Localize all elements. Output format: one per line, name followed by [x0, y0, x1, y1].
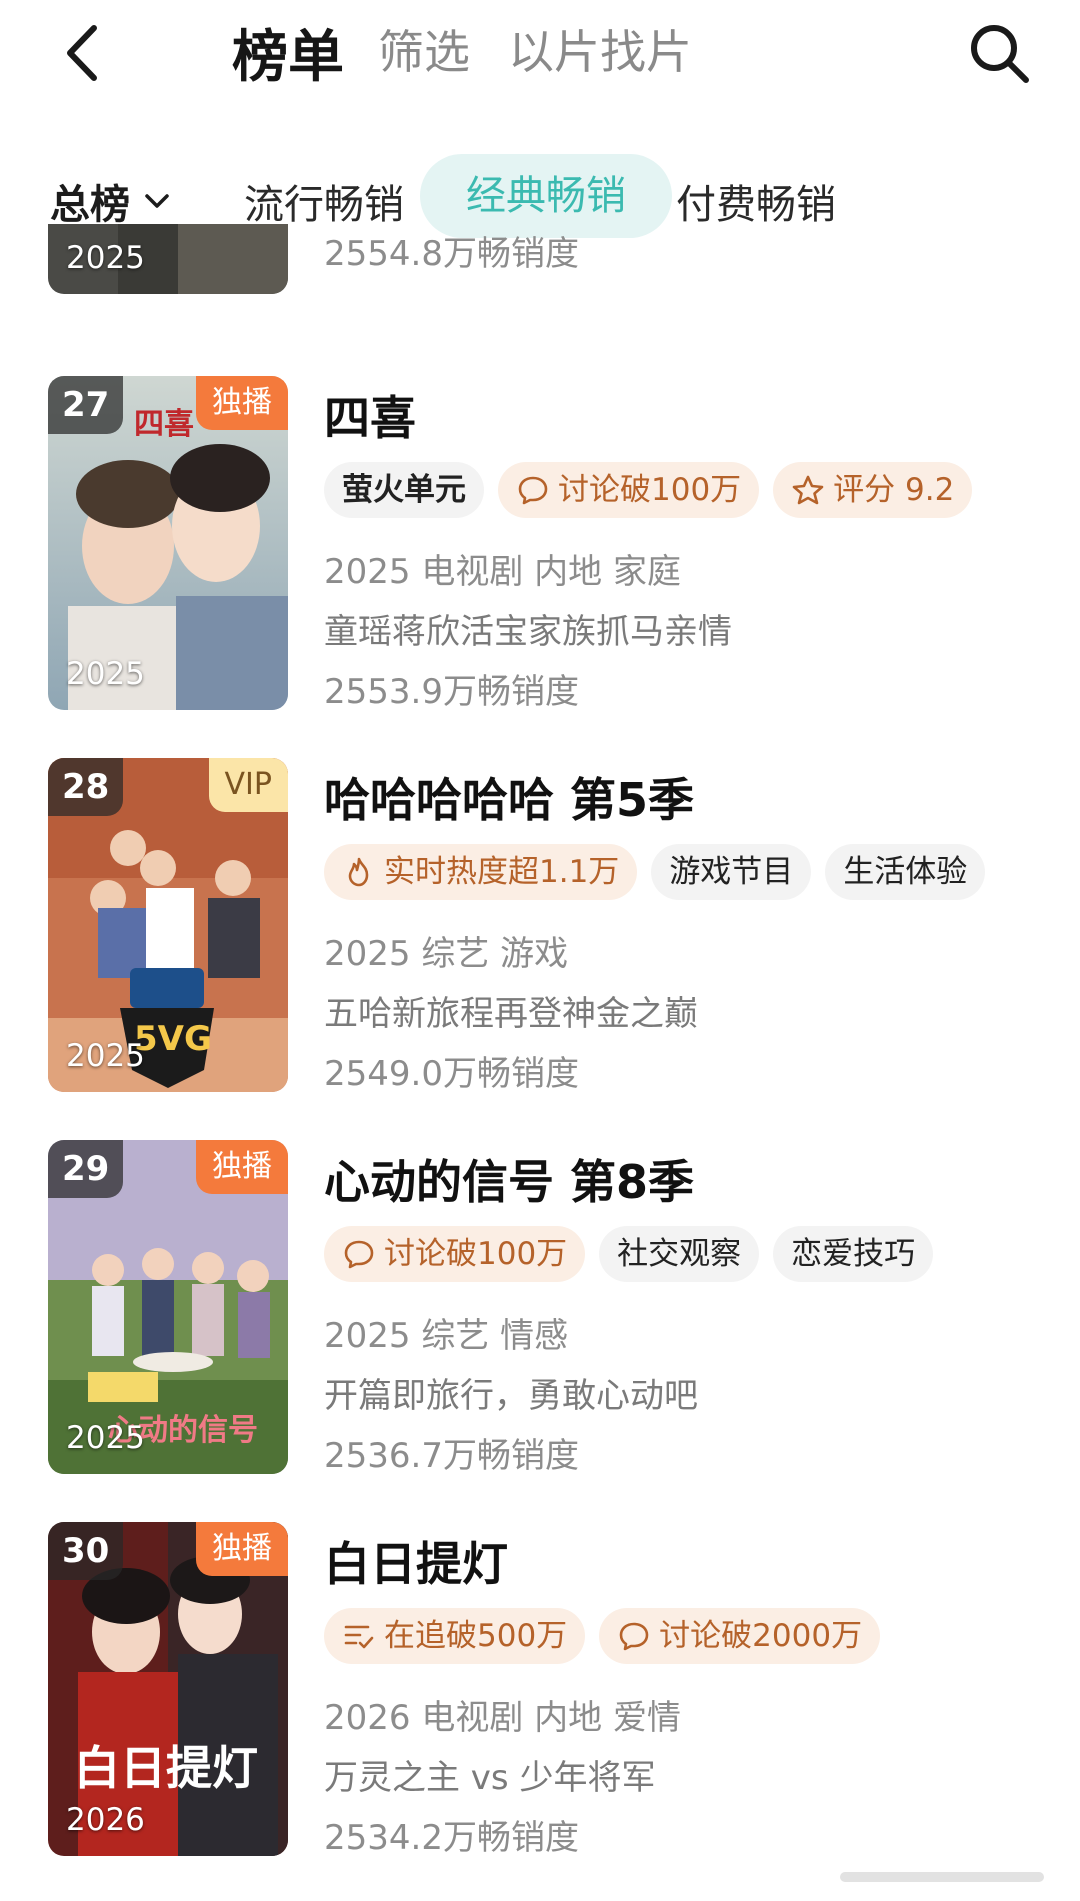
tab-paid-bestsellers[interactable]: 付费畅销	[676, 172, 836, 230]
exclusive-badge: 独播	[196, 1522, 288, 1576]
item-meta: 2025 电视剧 内地 家庭	[324, 552, 681, 592]
exclusive-badge: 独播	[196, 1140, 288, 1194]
poster-year: 2025	[66, 1420, 145, 1456]
item-meta: 2026 电视剧 内地 爱情	[324, 1698, 681, 1738]
star-outline-icon	[792, 475, 824, 505]
follow-list-icon	[344, 1625, 374, 1649]
tab-filter[interactable]: 筛选	[378, 16, 470, 82]
flame-icon	[348, 857, 369, 887]
svg-text:四喜: 四喜	[134, 407, 194, 442]
sales-heat: 2536.7万畅销度	[324, 1436, 579, 1476]
sales-heat: 2554.8万畅销度	[324, 234, 579, 274]
svg-text:白日提灯: 白日提灯	[74, 1741, 258, 1795]
item-title: 白日提灯	[324, 1537, 508, 1591]
top-nav-bar: 榜单 筛选 以片找片	[0, 0, 1080, 110]
tag-discussion[interactable]: 讨论破100万	[498, 462, 760, 518]
comment-bubble-icon	[344, 1240, 374, 1269]
home-indicator[interactable]	[840, 1872, 1044, 1882]
sales-heat: 2553.9万畅销度	[324, 672, 579, 712]
tag-row: 萤火单元 讨论破100万 评分 9.2	[324, 462, 973, 518]
list-item-partial[interactable]: 2025 2554.8万畅销度	[0, 224, 1080, 304]
rank-number: 28	[48, 758, 124, 816]
item-description: 五哈新旅程再登神金之巅	[324, 994, 698, 1034]
poster-year: 2025	[66, 240, 145, 276]
poster-year: 2025	[66, 1038, 145, 1074]
poster-year: 2026	[66, 1802, 145, 1838]
tag-firefly-unit[interactable]: 萤火单元	[324, 462, 484, 518]
item-title: 哈哈哈哈哈 第5季	[324, 773, 695, 827]
tag-discussion[interactable]: 讨论破100万	[324, 1226, 586, 1282]
chevron-down-icon	[145, 194, 169, 208]
item-meta: 2025 综艺 情感	[324, 1316, 569, 1356]
chevron-left-icon	[67, 25, 97, 81]
rank-number: 29	[48, 1140, 124, 1198]
tab-popular-bestsellers[interactable]: 流行畅销	[244, 172, 404, 230]
back-button[interactable]	[58, 22, 108, 84]
comment-bubble-icon	[619, 1622, 649, 1651]
tag-discussion[interactable]: 讨论破2000万	[599, 1608, 881, 1664]
dropdown-label: 总榜	[50, 182, 130, 228]
item-description: 童瑶蒋欣活宝家族抓马亲情	[324, 612, 732, 652]
item-meta: 2025 综艺 游戏	[324, 934, 569, 974]
tag-row: 讨论破100万 社交观察 恋爱技巧	[324, 1226, 934, 1282]
tag-row: 实时热度超1.1万 游戏节目 生活体验	[324, 844, 986, 900]
tag-genre[interactable]: 生活体验	[825, 844, 986, 900]
tag-following[interactable]: 在追破500万	[324, 1608, 586, 1664]
item-title: 心动的信号 第8季	[324, 1155, 695, 1209]
poster-thumbnail: 5VG 28 VIP 2025	[48, 758, 288, 1092]
exclusive-badge: 独播	[196, 376, 288, 430]
tag-hotness[interactable]: 实时热度超1.1万	[324, 844, 638, 900]
tag-row: 在追破500万 讨论破2000万	[324, 1608, 881, 1664]
rank-number: 30	[48, 1522, 124, 1580]
comment-bubble-icon	[518, 476, 548, 505]
poster-thumbnail: 白日提灯 30 独播 2026	[48, 1522, 288, 1856]
poster-thumbnail: 心动的信号 29 独播 2025	[48, 1140, 288, 1474]
item-description: 开篇即旅行，勇敢心动吧	[324, 1376, 698, 1416]
ranking-dropdown[interactable]: 总榜	[50, 172, 174, 230]
tab-rankings[interactable]: 榜单	[232, 12, 344, 93]
item-description: 万灵之主 vs 少年将军	[324, 1758, 656, 1798]
search-button[interactable]	[966, 20, 1032, 86]
tag-genre[interactable]: 社交观察	[599, 1226, 760, 1282]
tab-find-by-clip[interactable]: 以片找片	[508, 16, 692, 82]
tag-genre[interactable]: 恋爱技巧	[773, 1226, 934, 1282]
vip-badge: VIP	[208, 758, 288, 812]
sales-heat: 2549.0万畅销度	[324, 1054, 579, 1094]
poster-year: 2025	[66, 656, 145, 692]
poster-thumbnail: 四喜 27 独播 2025	[48, 376, 288, 710]
item-title: 四喜	[324, 391, 416, 445]
svg-text:5VG: 5VG	[134, 1019, 212, 1059]
tag-genre[interactable]: 游戏节目	[651, 844, 812, 900]
search-icon	[971, 25, 1029, 83]
poster-thumbnail: 2025	[48, 224, 288, 294]
tag-rating[interactable]: 评分 9.2	[773, 462, 973, 518]
sales-heat: 2534.2万畅销度	[324, 1818, 579, 1858]
rank-number: 27	[48, 376, 124, 434]
